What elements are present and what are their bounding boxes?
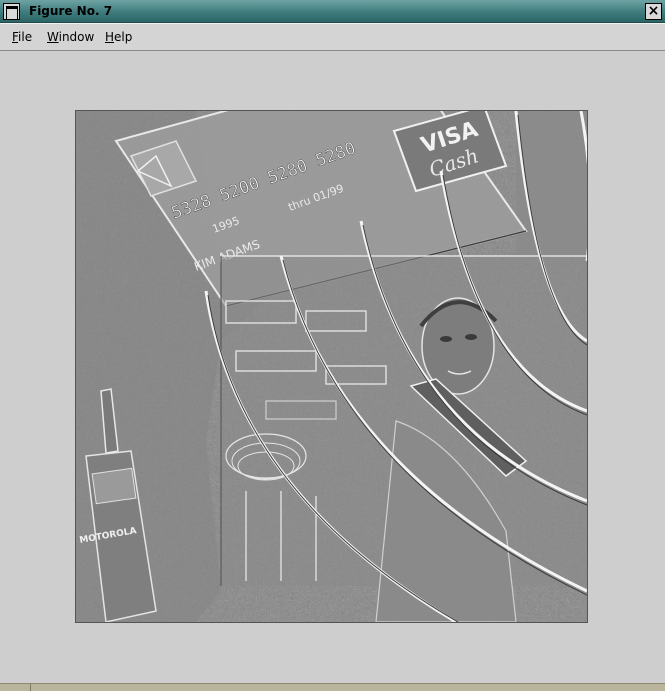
figure-window: Figure No. 7 × File Window Help VISA Cas… [0,0,665,691]
menu-file[interactable]: File [12,30,32,44]
window-title: Figure No. 7 [29,4,113,18]
menu-help-mnemonic: H [105,30,115,44]
status-bar [0,683,665,691]
menu-help[interactable]: Help [105,30,132,44]
menu-file-rest: ile [18,30,33,44]
window-menu-icon[interactable] [3,3,20,20]
menu-bar: File Window Help [0,23,665,51]
figure-image[interactable]: VISA Cash 5328 5200 5280 5280 1995 thru … [75,110,588,623]
close-icon[interactable]: × [645,3,662,20]
photo-block [220,255,587,622]
title-bar[interactable]: Figure No. 7 × [0,0,665,23]
status-segment [30,684,31,691]
menu-window[interactable]: Window [47,30,94,44]
menu-window-rest: indow [58,30,95,44]
menu-help-rest: elp [114,30,133,44]
image-axes: VISA Cash 5328 5200 5280 5280 1995 thru … [76,111,587,622]
menu-window-mnemonic: W [47,30,59,44]
